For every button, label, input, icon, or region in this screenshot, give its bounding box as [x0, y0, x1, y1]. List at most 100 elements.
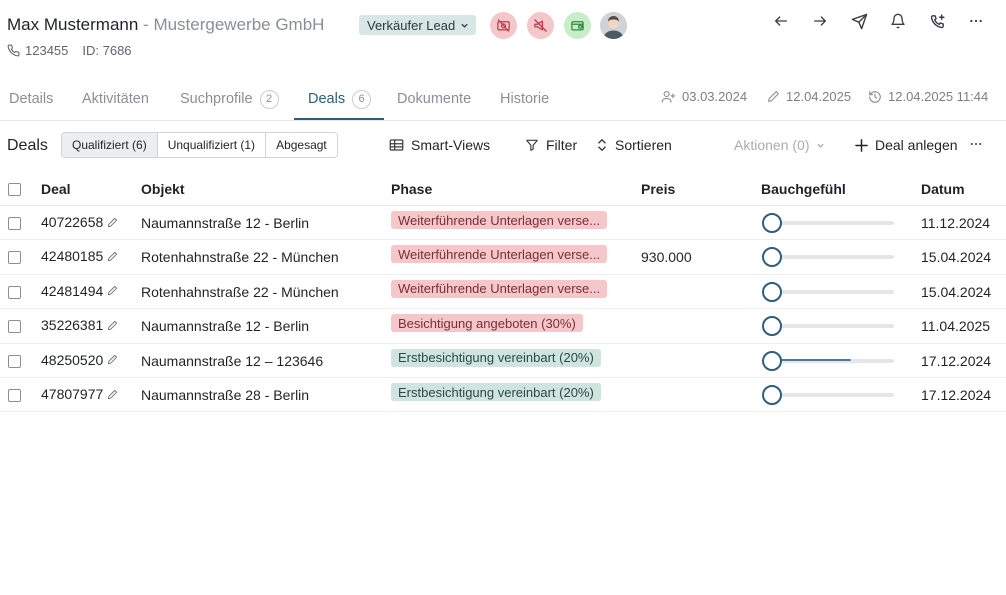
sort-button[interactable]: Sortieren — [596, 137, 672, 153]
smart-views-button[interactable]: Smart-Views — [389, 137, 490, 153]
tab-details[interactable]: Details — [9, 78, 53, 120]
phase-badge[interactable]: Erstbesichtigung vereinbart (20%) — [391, 383, 601, 401]
pencil-icon[interactable] — [107, 285, 118, 296]
date-cell: 17.12.2024 — [921, 387, 992, 403]
filter-button[interactable]: Filter — [525, 137, 577, 153]
phase-badge[interactable]: Weiterführende Unterlagen verse... — [391, 211, 608, 229]
phone-number[interactable]: 123455 — [25, 43, 68, 58]
deal-id-cell[interactable]: 35226381 — [41, 317, 118, 333]
slider-handle[interactable] — [762, 350, 782, 371]
contact-subline: 123455 ID: 7686 — [7, 43, 132, 58]
column-header-deal[interactable]: Deal — [41, 181, 71, 197]
sort-label: Sortieren — [615, 137, 672, 153]
select-all-checkbox[interactable] — [8, 183, 21, 196]
tab-count-badge: 2 — [259, 89, 279, 109]
contact-id: ID: 7686 — [82, 43, 132, 58]
toolbar-more-icon[interactable] — [969, 137, 983, 151]
slider-fill — [770, 358, 851, 361]
row-checkbox[interactable] — [8, 285, 21, 299]
gut-feeling-slider[interactable] — [762, 316, 894, 337]
slider-handle[interactable] — [762, 316, 782, 337]
company-name[interactable]: Mustergewerbe GmbH — [153, 15, 324, 34]
avatar[interactable] — [600, 12, 627, 39]
tab-label: Historie — [500, 91, 550, 107]
gut-feeling-slider[interactable] — [762, 281, 894, 302]
send-icon[interactable] — [849, 11, 869, 31]
filter-qualifiziert[interactable]: Qualifiziert (6) — [62, 133, 158, 157]
arrow-left-icon[interactable] — [771, 11, 791, 31]
lead-status-label: Verkäufer Lead — [367, 17, 456, 33]
phone-plus-icon[interactable] — [927, 11, 947, 31]
pencil-icon[interactable] — [107, 251, 118, 262]
row-checkbox[interactable] — [8, 251, 21, 265]
lead-status-dropdown[interactable]: Verkäufer Lead — [359, 15, 477, 35]
chevron-down-icon — [460, 21, 469, 30]
row-checkbox[interactable] — [8, 354, 21, 368]
no-camera-icon[interactable] — [490, 12, 517, 39]
phase-badge[interactable]: Erstbesichtigung vereinbart (20%) — [391, 348, 601, 367]
deal-id: 40722658 — [41, 214, 104, 230]
tab-historie[interactable]: Historie — [500, 78, 549, 120]
row-checkbox[interactable] — [8, 217, 21, 230]
row-checkbox[interactable] — [8, 320, 21, 334]
object-cell[interactable]: Naumannstraße 28 - Berlin — [141, 387, 309, 403]
slider-handle[interactable] — [762, 247, 782, 268]
object-cell[interactable]: Rotenhahnstraße 22 - München — [141, 249, 339, 265]
add-deal-button[interactable]: Deal anlegen — [855, 137, 958, 153]
column-header-preis[interactable]: Preis — [641, 181, 675, 197]
arrow-right-icon[interactable] — [810, 11, 830, 31]
date-cell: 15.04.2024 — [921, 283, 992, 300]
object-cell[interactable]: Naumannstraße 12 - Berlin — [141, 318, 309, 334]
tab-deals[interactable]: Deals 6 — [293, 78, 385, 120]
table-row[interactable]: 35226381 Naumannstraße 12 - Berlin Besicht… — [0, 309, 1006, 344]
table-row[interactable]: 40722658 Naumannstraße 12 - Berlin Weiterf… — [0, 206, 1006, 241]
column-header-datum[interactable]: Datum — [921, 181, 965, 197]
slider-handle[interactable] — [762, 213, 782, 233]
phase-badge[interactable]: Besichtigung angeboten (30%) — [391, 314, 583, 333]
column-header-phase[interactable]: Phase — [391, 181, 432, 197]
filter-abgesagt[interactable]: Abgesagt — [266, 133, 337, 157]
gut-feeling-slider[interactable] — [762, 247, 894, 268]
table-row[interactable]: 42480185 Rotenhahnstraße 22 - München Weit… — [0, 240, 1006, 275]
tab-suchprofile[interactable]: Suchprofile 2 — [180, 78, 279, 120]
tab-aktivitaeten[interactable]: Aktivitäten — [82, 78, 149, 120]
table-row[interactable]: 47807977 Naumannstraße 28 - Berlin Erstbes… — [0, 378, 1006, 413]
column-header-bauchgefuehl[interactable]: Bauchgefühl — [761, 181, 846, 197]
bell-icon[interactable] — [888, 11, 908, 31]
phase-badge[interactable]: Weiterführende Unterlagen verse... — [391, 279, 608, 298]
wallet-icon[interactable] — [564, 12, 591, 39]
object-cell[interactable]: Naumannstraße 12 - Berlin — [141, 215, 309, 231]
pencil-icon[interactable] — [107, 389, 118, 400]
deal-id-cell[interactable]: 40722658 — [41, 214, 118, 230]
row-checkbox[interactable] — [8, 389, 21, 402]
column-header-objekt[interactable]: Objekt — [141, 181, 185, 197]
deal-id-cell[interactable]: 42481494 — [41, 283, 118, 299]
gut-feeling-slider[interactable] — [762, 350, 894, 371]
slider-handle[interactable] — [762, 385, 782, 405]
phase-badge[interactable]: Weiterführende Unterlagen verse... — [391, 245, 608, 264]
pencil-icon — [767, 90, 780, 103]
actions-dropdown[interactable]: Aktionen (0) — [734, 137, 825, 153]
smart-views-label: Smart-Views — [411, 137, 491, 153]
pencil-icon[interactable] — [107, 320, 118, 331]
no-megaphone-icon[interactable] — [527, 12, 554, 39]
slider-handle[interactable] — [762, 281, 782, 302]
deal-id-cell[interactable]: 48250520 — [41, 352, 118, 368]
object-cell[interactable]: Rotenhahnstraße 22 - München — [141, 284, 339, 300]
tab-label: Dokumente — [397, 91, 472, 107]
filter-unqualifiziert[interactable]: Unqualifiziert (1) — [157, 133, 267, 157]
created-date-value: 03.03.2024 — [682, 89, 748, 104]
table-row[interactable]: 48250520 Naumannstraße 12 – 123646 Erstbes… — [0, 344, 1006, 378]
pencil-icon[interactable] — [107, 354, 118, 365]
table-row[interactable]: 42481494 Rotenhahnstraße 22 - München Weit… — [0, 275, 1006, 310]
deal-id-cell[interactable]: 42480185 — [41, 248, 118, 264]
object-cell[interactable]: Naumannstraße 12 – 123646 — [141, 353, 323, 369]
deal-id-cell[interactable]: 47807977 — [41, 386, 118, 402]
sort-icon — [596, 138, 608, 152]
tab-dokumente[interactable]: Dokumente — [397, 78, 471, 120]
created-date: 03.03.2024 — [661, 89, 747, 104]
gut-feeling-slider[interactable] — [762, 385, 894, 405]
gut-feeling-slider[interactable] — [762, 213, 894, 233]
more-icon[interactable] — [966, 11, 986, 31]
pencil-icon[interactable] — [107, 217, 118, 228]
